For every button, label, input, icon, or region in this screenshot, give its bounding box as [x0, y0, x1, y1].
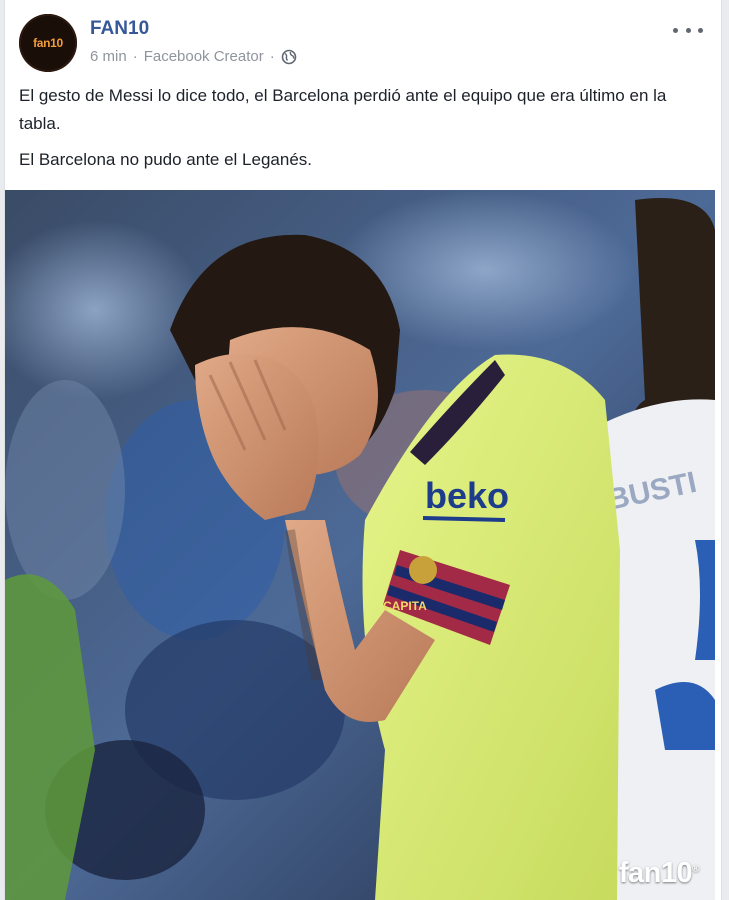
avatar-logo-text: fan10	[33, 36, 63, 50]
post-meta: 6 min · Facebook Creator ·	[90, 48, 297, 65]
post-paragraph: El gesto de Messi lo dice todo, el Barce…	[19, 86, 667, 133]
post-header: fan10 FAN10 6 min · Facebook Creator ·	[19, 14, 707, 74]
armband-text: CAPITA	[383, 599, 427, 613]
meta-separator: ·	[132, 48, 138, 65]
page-name-link[interactable]: FAN10	[90, 18, 149, 40]
jersey-sponsor: beko	[425, 475, 509, 516]
page-avatar[interactable]: fan10	[19, 14, 77, 72]
registered-mark: ®	[692, 863, 699, 875]
post-photo[interactable]: BUSTI CAPITA beko fan10®	[5, 190, 715, 900]
fan10-watermark: fan10®	[618, 857, 700, 889]
post-message: El gesto de Messi lo dice todo, el Barce…	[19, 82, 699, 182]
facebook-post: fan10 FAN10 6 min · Facebook Creator · E…	[4, 0, 722, 900]
meta-separator: ·	[269, 48, 275, 65]
post-paragraph: El Barcelona no pudo ante el Leganés.	[19, 150, 313, 169]
post-timestamp[interactable]: 6 min	[90, 48, 127, 65]
photo-illustration: BUSTI CAPITA beko	[5, 190, 715, 900]
post-source[interactable]: Facebook Creator	[144, 48, 264, 65]
more-options-icon[interactable]	[673, 22, 703, 38]
globe-icon[interactable]	[281, 49, 297, 65]
